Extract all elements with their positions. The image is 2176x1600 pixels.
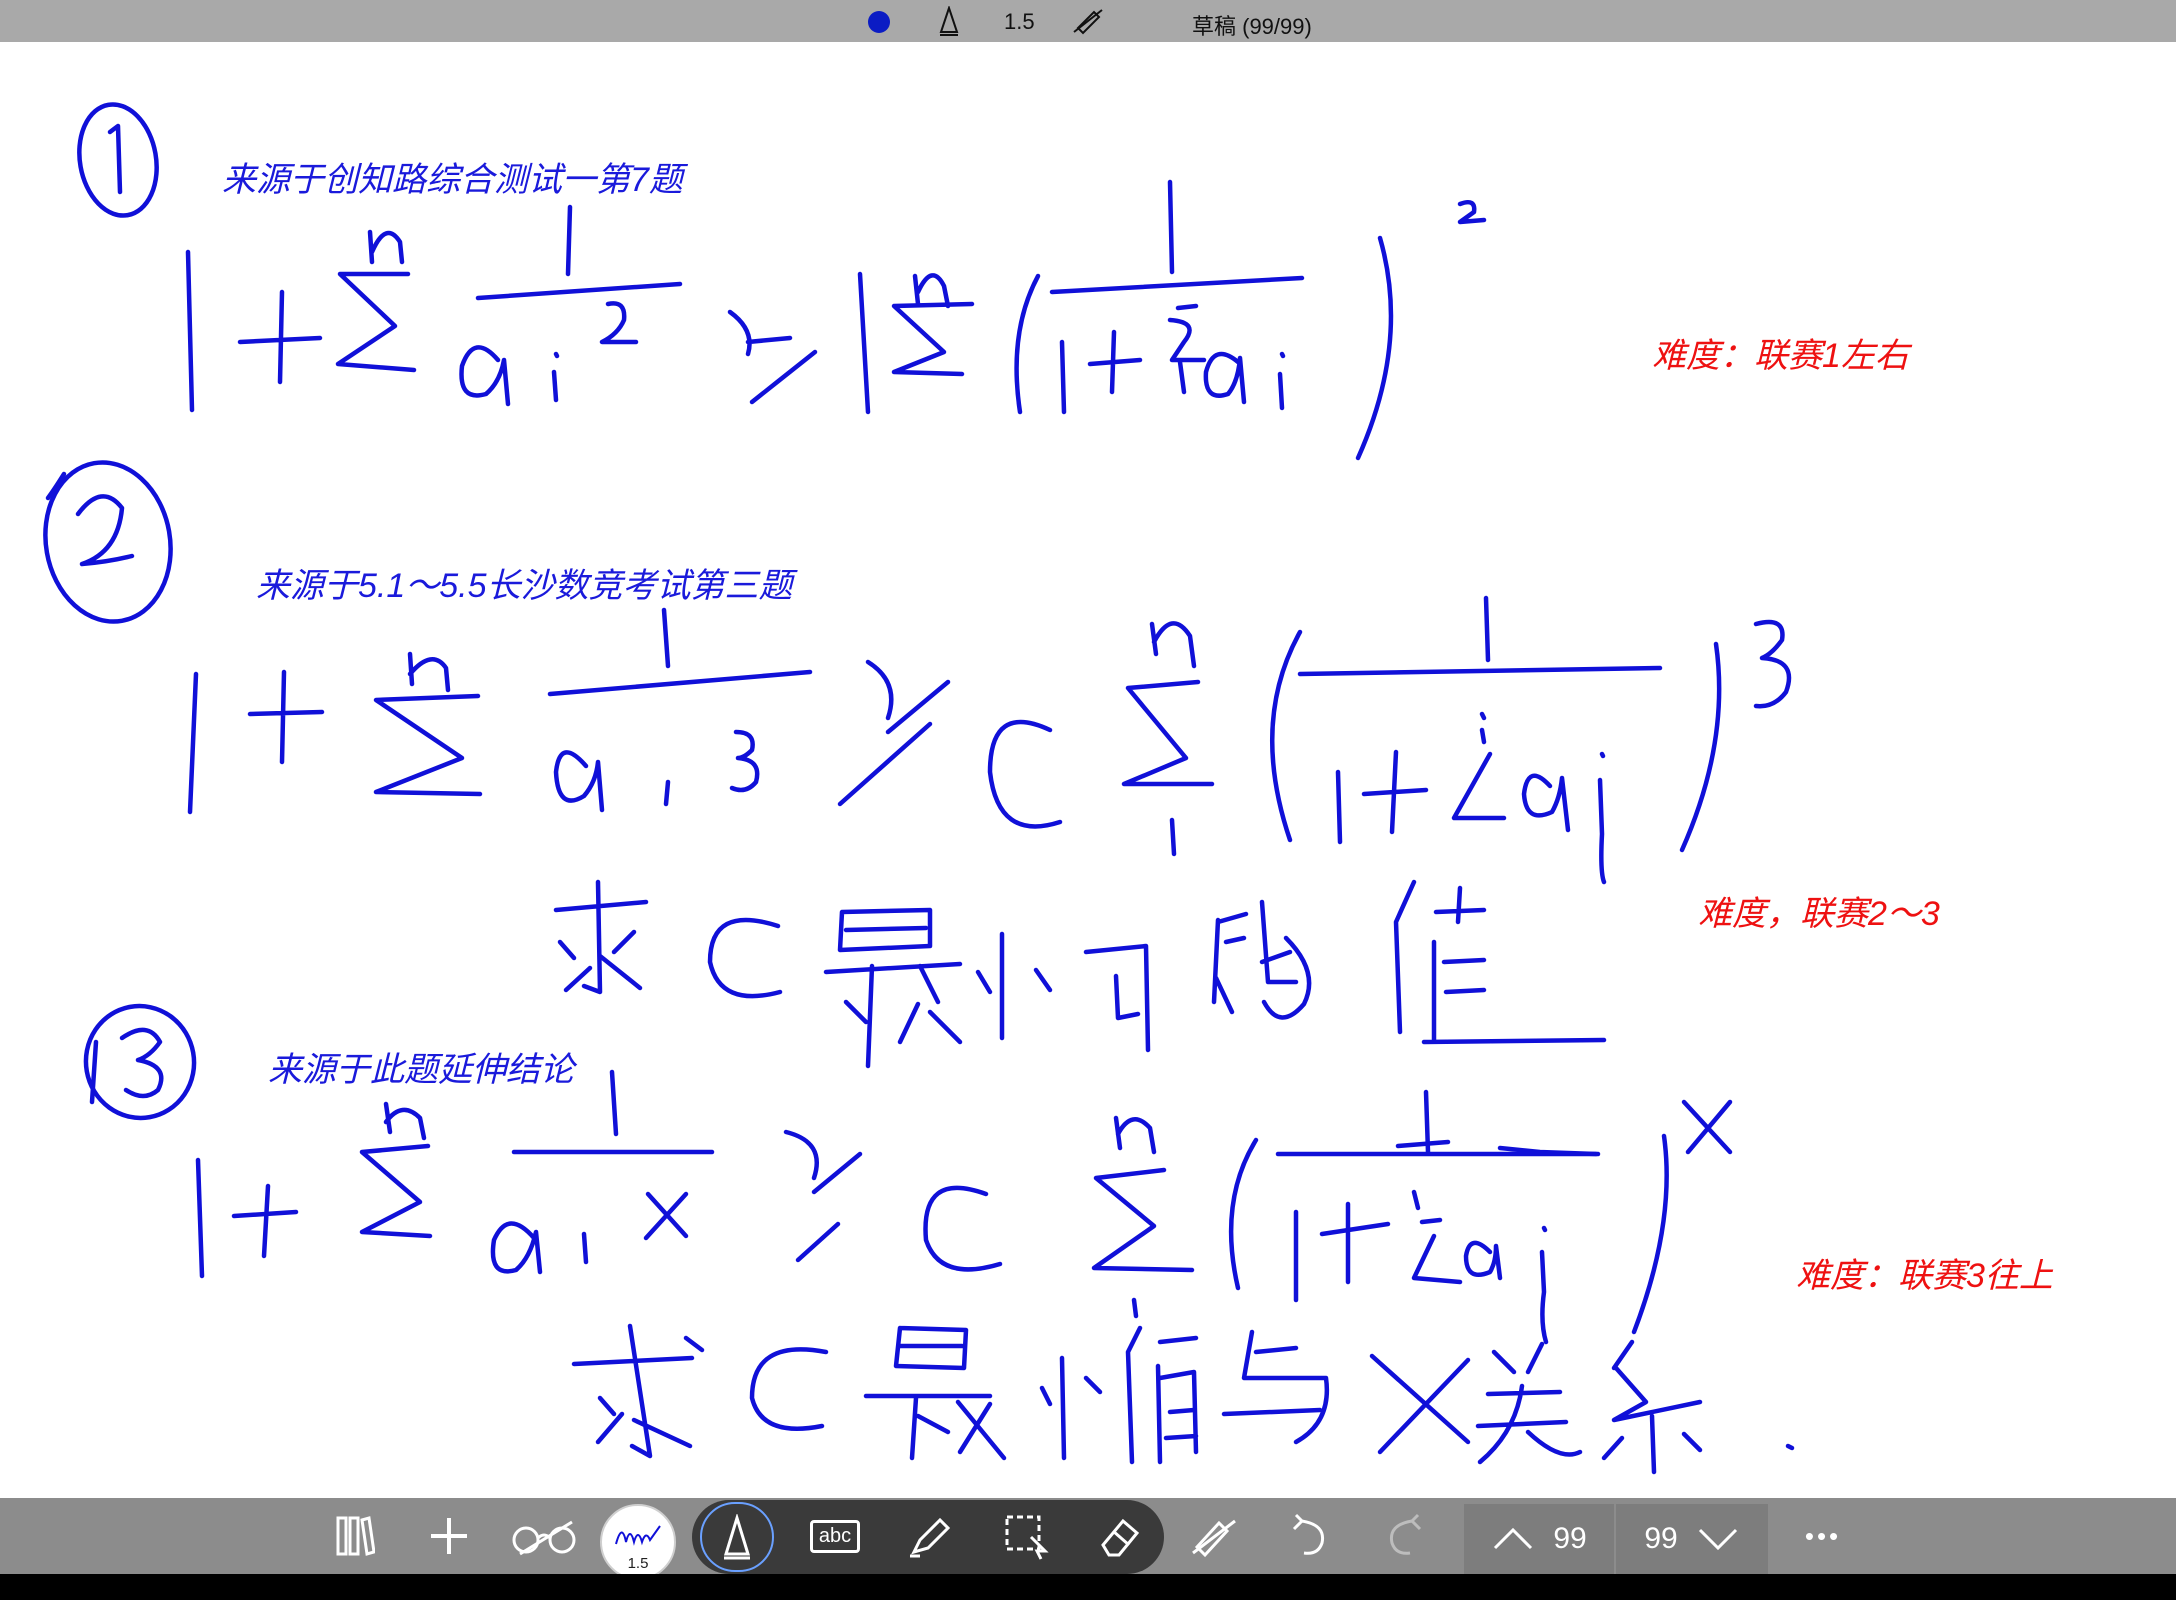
text-box-icon: abc [809, 1519, 861, 1553]
difficulty-note-1: 难度：联赛1左右 [1652, 337, 1909, 375]
bottom-toolbar: 1.5 abc 99 99 ••• [0, 1498, 2176, 1580]
source-note-1: 来源于创知路综合测试一第7题 [222, 161, 683, 199]
pen-size-text[interactable]: 1.5 [1004, 9, 1035, 35]
page-current-number: 99 [1553, 1522, 1587, 1555]
lasso-select-icon [1005, 1515, 1049, 1560]
glasses-icon [512, 1520, 576, 1556]
pen-off-icon [1192, 1519, 1236, 1558]
pen-icon [723, 1514, 751, 1560]
page-up-icon [1494, 1527, 1533, 1550]
page-total-number: 99 [1644, 1522, 1678, 1555]
difficulty-note-3: 难度：联赛3往上 [1796, 1257, 2053, 1295]
difficulty-note-2: 难度，联赛2～3 [1698, 895, 1940, 933]
library-icon [336, 1516, 375, 1556]
undo-icon [1292, 1513, 1325, 1555]
problem-2-ink [43, 460, 1792, 1069]
drawing-canvas[interactable]: 来源于创知路综合测试一第7题 来源于5.1～5.5长沙数竞考试第三题 来源于此题… [0, 42, 2176, 1498]
eraser-icon [1101, 1518, 1140, 1557]
highlighter-icon [910, 1517, 951, 1558]
pen-style-button[interactable]: 1.5 [600, 1504, 676, 1580]
pen-off-button[interactable] [1184, 1506, 1244, 1566]
system-bar [0, 1574, 2176, 1600]
eraser-button[interactable] [1090, 1506, 1150, 1566]
page-down-icon [1698, 1528, 1737, 1551]
redo-icon [1389, 1513, 1422, 1555]
pen-color-indicator[interactable] [868, 11, 890, 33]
lasso-select-button[interactable] [996, 1506, 1056, 1566]
page-up-control[interactable]: 99 [1464, 1504, 1614, 1574]
reading-mode-button[interactable] [508, 1506, 582, 1566]
more-icon: ••• [1804, 1520, 1842, 1551]
page-down-control[interactable]: 99 [1616, 1504, 1768, 1574]
more-button[interactable]: ••• [1788, 1506, 1858, 1566]
library-button[interactable] [330, 1506, 380, 1566]
undo-button[interactable] [1280, 1506, 1340, 1566]
source-note-2: 来源于5.1～5.5长沙数竞考试第三题 [256, 567, 793, 605]
add-page-button[interactable] [424, 1506, 474, 1566]
pen-tool-button[interactable] [700, 1502, 774, 1572]
highlighter-button[interactable] [900, 1506, 960, 1566]
pen-icon[interactable] [936, 6, 962, 36]
add-icon [431, 1518, 467, 1554]
source-note-3: 来源于此题延伸结论 [268, 1051, 574, 1089]
redo-button[interactable] [1374, 1506, 1434, 1566]
status-bar: 1.5 草稿 (99/99) [0, 0, 2176, 42]
text-box-button[interactable]: abc [800, 1506, 870, 1566]
page-title: 草稿 (99/99) [1192, 14, 1312, 39]
pen-size-label: 1.5 [627, 1555, 649, 1572]
pen-off-icon[interactable] [1072, 6, 1104, 36]
